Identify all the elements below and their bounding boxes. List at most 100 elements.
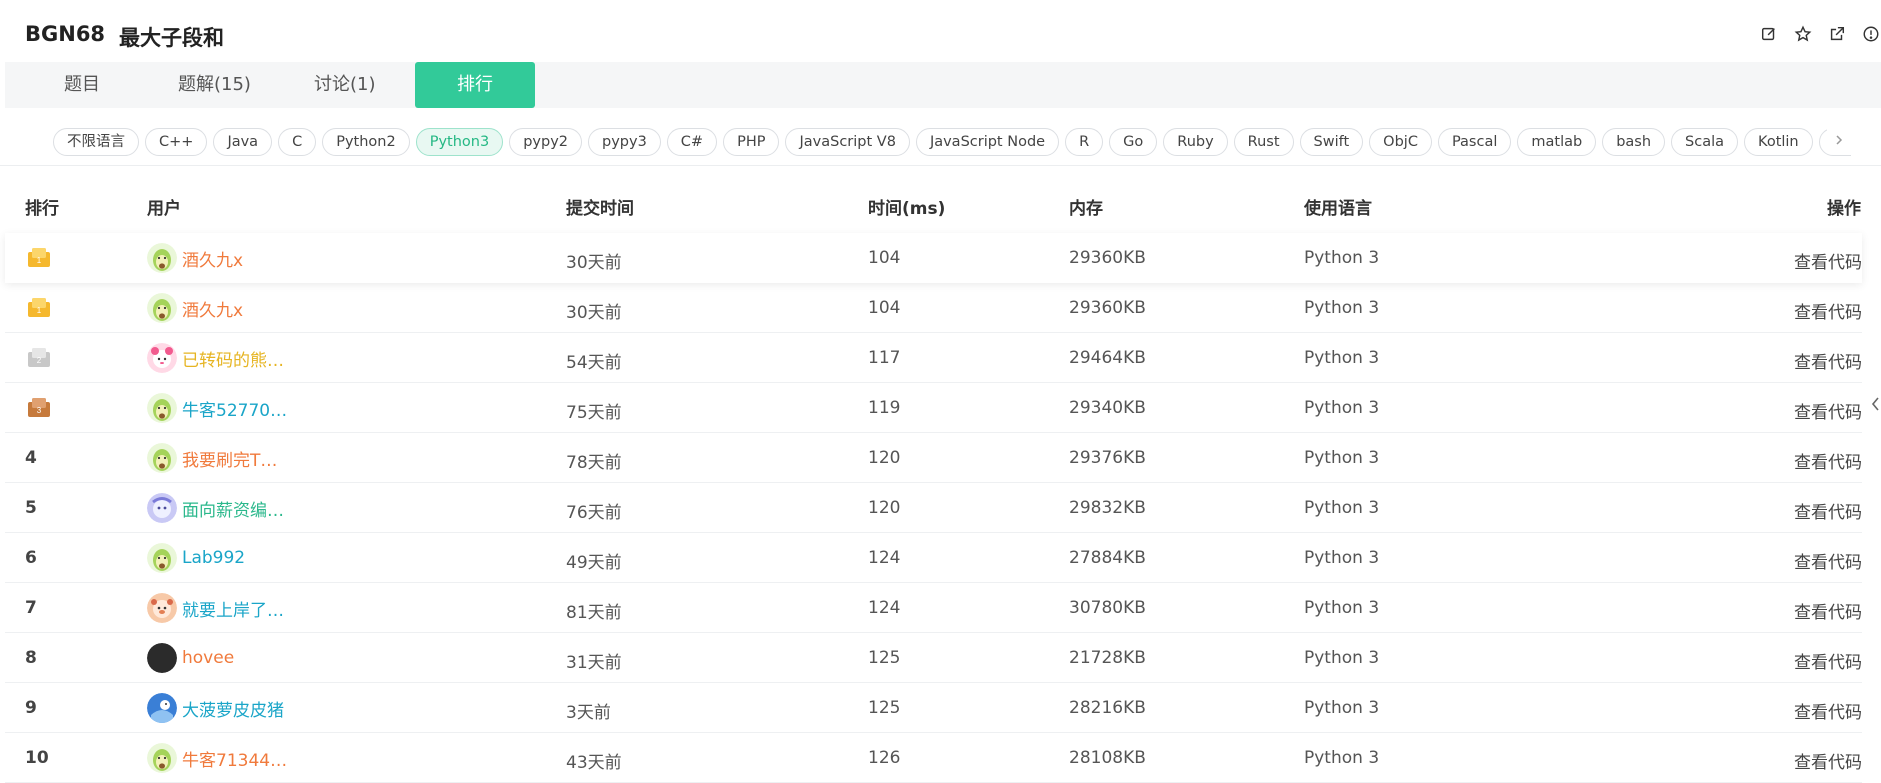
language-chip[interactable]: Swift — [1299, 128, 1364, 156]
view-code-link[interactable]: 查看代码 — [1794, 348, 1862, 373]
user-link[interactable]: 我要刷完T… — [147, 443, 277, 473]
col-action: 操作 — [1827, 199, 1861, 219]
avatar[interactable] — [147, 243, 177, 273]
language-chip[interactable]: Rust — [1233, 128, 1294, 156]
language-chip[interactable]: bash — [1602, 128, 1666, 156]
edit-icon[interactable] — [1759, 24, 1779, 44]
username[interactable]: 牛客71344… — [182, 746, 287, 771]
avatar[interactable] — [147, 443, 177, 473]
tab-solutions[interactable]: 题解(15) — [178, 62, 251, 108]
view-code-link[interactable]: 查看代码 — [1794, 248, 1862, 273]
username[interactable]: 已转码的熊… — [182, 346, 284, 371]
language-chip[interactable]: Java — [213, 128, 273, 156]
language-chip[interactable]: Pascal — [1437, 128, 1512, 156]
rank-number: 6 — [25, 548, 37, 568]
rank-number: 9 — [25, 698, 37, 718]
info-icon[interactable] — [1861, 24, 1881, 44]
avatar[interactable] — [147, 343, 177, 373]
submit-time: 78天前 — [566, 453, 622, 473]
avatar[interactable] — [147, 393, 177, 423]
view-code-link[interactable]: 查看代码 — [1794, 498, 1862, 523]
language-chip[interactable]: C++ — [145, 128, 208, 156]
submit-time: 75天前 — [566, 403, 622, 423]
user-link[interactable]: 酒久九x — [147, 293, 243, 323]
user-link[interactable]: 就要上岸了… — [147, 593, 284, 623]
run-time: 125 — [868, 648, 901, 668]
user-link[interactable]: 大菠萝皮皮猪 — [147, 693, 284, 723]
view-code-link[interactable]: 查看代码 — [1794, 698, 1862, 723]
avatar[interactable] — [147, 593, 177, 623]
col-language: 使用语言 — [1304, 199, 1372, 219]
avatar[interactable] — [147, 293, 177, 323]
avatar[interactable] — [147, 693, 177, 723]
language-chip[interactable]: R — [1065, 128, 1104, 156]
chevron-right-icon[interactable] — [1827, 128, 1851, 152]
username[interactable]: 牛客52770… — [182, 396, 287, 421]
language-chip[interactable]: Scala — [1671, 128, 1739, 156]
col-rank: 排行 — [25, 199, 59, 219]
language-chip[interactable]: 不限语言 — [53, 128, 139, 156]
view-code-link[interactable]: 查看代码 — [1794, 548, 1862, 573]
language-chip[interactable]: Kotlin — [1744, 128, 1813, 156]
view-code-link[interactable]: 查看代码 — [1794, 598, 1862, 623]
user-link[interactable]: 酒久九x — [147, 243, 243, 273]
table-row: 8 hovee 31天前 125 21728KB Python 3 查看代码 — [5, 633, 1862, 683]
user-link[interactable]: hovee — [147, 643, 234, 673]
language-chip[interactable]: JavaScript Node — [915, 128, 1060, 156]
language-chip[interactable]: PHP — [723, 128, 780, 156]
external-link-icon[interactable] — [1827, 24, 1847, 44]
run-time: 120 — [868, 448, 901, 468]
memory-usage: 27884KB — [1069, 548, 1146, 568]
side-collapse-handle[interactable] — [1869, 393, 1881, 415]
language-chip[interactable]: C — [278, 128, 317, 156]
submit-time: 54天前 — [566, 353, 622, 373]
language-chip[interactable]: ObjC — [1369, 128, 1432, 156]
avatar[interactable] — [147, 643, 177, 673]
language-chip[interactable]: Ruby — [1163, 128, 1228, 156]
language-chip[interactable]: C# — [666, 128, 718, 156]
language-chip[interactable]: Go — [1109, 128, 1158, 156]
language-chip[interactable]: JavaScript V8 — [785, 128, 910, 156]
user-link[interactable]: 面向薪资编… — [147, 493, 284, 523]
username[interactable]: 大菠萝皮皮猪 — [182, 696, 284, 721]
tab-problem[interactable]: 题目 — [64, 62, 100, 108]
language-chip[interactable]: pypy3 — [588, 128, 661, 156]
view-code-link[interactable]: 查看代码 — [1794, 398, 1862, 423]
table-row: 1 酒久九x 30天前 104 29360KB Python 3 查看代码 — [5, 233, 1862, 283]
language: Python 3 — [1304, 448, 1380, 468]
tab-ranking[interactable]: 排行 — [415, 62, 535, 108]
username[interactable]: 就要上岸了… — [182, 596, 284, 621]
star-icon[interactable] — [1793, 24, 1813, 44]
language-chip[interactable]: matlab — [1517, 128, 1597, 156]
rank-number: 7 — [25, 598, 37, 618]
submit-time: 3天前 — [566, 703, 611, 723]
username[interactable]: Lab992 — [182, 548, 245, 568]
language: Python 3 — [1304, 498, 1380, 518]
user-link[interactable]: 牛客52770… — [147, 393, 287, 423]
user-link[interactable]: 已转码的熊… — [147, 343, 284, 373]
tab-discussion[interactable]: 讨论(1) — [314, 62, 376, 108]
username[interactable]: 酒久九x — [182, 296, 243, 321]
rank-number: 8 — [25, 648, 37, 668]
avatar[interactable] — [147, 543, 177, 573]
run-time: 119 — [868, 398, 901, 418]
view-code-link[interactable]: 查看代码 — [1794, 448, 1862, 473]
username[interactable]: 面向薪资编… — [182, 496, 284, 521]
user-link[interactable]: 牛客71344… — [147, 743, 287, 773]
avatar[interactable] — [147, 493, 177, 523]
username[interactable]: 酒久九x — [182, 246, 243, 271]
view-code-link[interactable]: 查看代码 — [1794, 748, 1862, 773]
view-code-link[interactable]: 查看代码 — [1794, 648, 1862, 673]
view-code-link[interactable]: 查看代码 — [1794, 298, 1862, 323]
memory-usage: 29340KB — [1069, 398, 1146, 418]
language-chip[interactable]: pypy2 — [509, 128, 582, 156]
user-link[interactable]: Lab992 — [147, 543, 245, 573]
language-chip[interactable]: Python2 — [322, 128, 410, 156]
language-chip[interactable]: Python3 — [415, 128, 504, 156]
language-filter: 不限语言 C++ Java C Python2 Python3 pypy2 pypy3 C# PH… — [0, 108, 1881, 166]
username[interactable]: hovee — [182, 648, 234, 668]
language: Python 3 — [1304, 698, 1380, 718]
username[interactable]: 我要刷完T… — [182, 446, 277, 471]
problem-tabs: 题目 题解(15) 讨论(1) 排行 — [5, 62, 1881, 108]
avatar[interactable] — [147, 743, 177, 773]
